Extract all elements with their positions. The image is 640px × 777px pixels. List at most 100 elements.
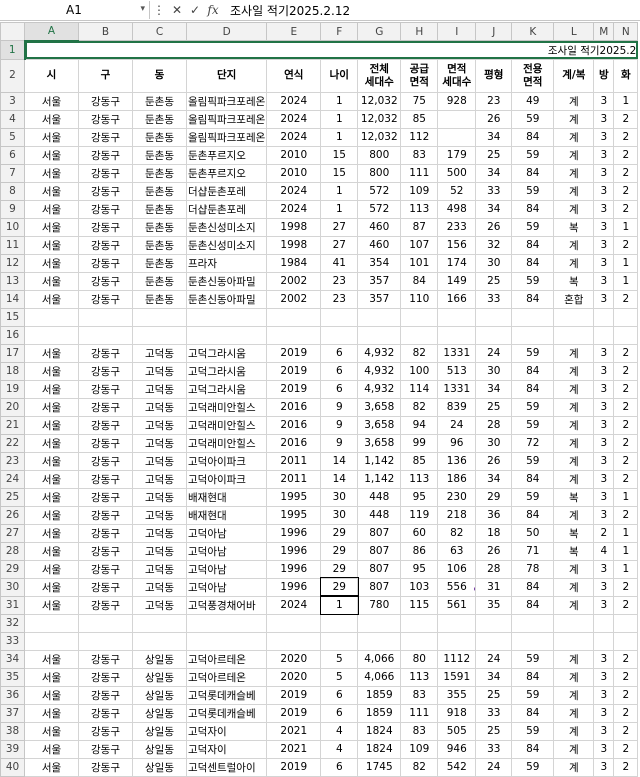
table-cell[interactable]: 6: [320, 703, 359, 723]
table-cell[interactable]: 강동구: [78, 217, 133, 237]
table-cell[interactable]: 3: [593, 577, 615, 597]
table-cell[interactable]: 34: [475, 469, 513, 489]
table-cell[interactable]: 28: [475, 559, 513, 579]
table-cell[interactable]: 올림픽파크포레온: [185, 109, 268, 129]
table-cell[interactable]: 2024: [266, 91, 322, 111]
table-cell[interactable]: 3: [593, 145, 615, 165]
table-cell[interactable]: 1: [613, 541, 639, 561]
table-cell[interactable]: 3: [593, 721, 615, 741]
table-cell[interactable]: 3,658: [357, 397, 402, 417]
table-cell[interactable]: 34: [475, 379, 513, 399]
table-cell[interactable]: 서울: [24, 667, 79, 687]
row-header[interactable]: 3: [0, 91, 25, 111]
table-cell[interactable]: 84: [511, 577, 555, 597]
table-cell[interactable]: 2: [613, 649, 639, 669]
table-cell[interactable]: 31: [475, 577, 513, 597]
column-title-cell[interactable]: 면적 세대수: [437, 58, 477, 93]
table-cell[interactable]: 강동구: [78, 253, 133, 273]
table-cell[interactable]: 84: [511, 379, 555, 399]
table-cell[interactable]: 2: [613, 739, 639, 759]
table-cell[interactable]: 서울: [24, 109, 79, 129]
table-cell[interactable]: 106: [437, 559, 477, 579]
table-cell[interactable]: 2: [613, 397, 639, 417]
table-cell[interactable]: 2021: [266, 739, 322, 759]
table-cell[interactable]: 839: [437, 397, 477, 417]
table-cell[interactable]: 29: [319, 577, 359, 597]
table-cell[interactable]: 강동구: [78, 703, 133, 723]
row-header[interactable]: 28: [0, 541, 25, 561]
table-cell[interactable]: [613, 613, 639, 633]
table-cell[interactable]: [475, 325, 513, 345]
table-cell[interactable]: 780: [357, 595, 402, 615]
table-cell[interactable]: 807: [357, 559, 402, 579]
table-cell[interactable]: [185, 631, 268, 651]
table-cell[interactable]: 고덕동: [132, 469, 187, 489]
table-cell[interactable]: [132, 325, 187, 345]
column-header-l[interactable]: L: [553, 22, 595, 41]
table-cell[interactable]: 2024: [266, 109, 322, 129]
column-title-cell[interactable]: 연식: [266, 58, 322, 93]
table-cell[interactable]: 500: [437, 163, 477, 183]
table-cell[interactable]: 서울: [24, 703, 79, 723]
table-cell[interactable]: 59: [511, 181, 555, 201]
column-header-m[interactable]: M: [593, 22, 615, 41]
column-header-i[interactable]: I: [437, 22, 477, 41]
table-cell[interactable]: 프라자: [185, 253, 268, 273]
row-header[interactable]: 38: [0, 721, 25, 741]
table-cell[interactable]: 25: [475, 721, 513, 741]
table-cell[interactable]: 87: [400, 217, 439, 237]
row-header[interactable]: 40: [0, 757, 25, 777]
table-cell[interactable]: 서울: [24, 595, 79, 615]
table-cell[interactable]: 36: [475, 505, 513, 525]
table-cell[interactable]: 6: [320, 685, 359, 705]
table-cell[interactable]: 1: [320, 109, 359, 129]
table-cell[interactable]: 계: [553, 649, 595, 669]
table-cell[interactable]: 59: [511, 109, 555, 129]
formula-input[interactable]: 조사일 적기2025.2.12: [222, 2, 350, 19]
table-cell[interactable]: 84: [511, 667, 555, 687]
table-cell[interactable]: 서울: [24, 559, 79, 579]
table-cell[interactable]: 103: [400, 577, 439, 597]
table-cell[interactable]: 복: [553, 487, 595, 507]
table-cell[interactable]: 23: [320, 289, 359, 309]
table-cell[interactable]: 강동구: [78, 163, 133, 183]
table-cell[interactable]: 둔촌동: [132, 163, 187, 183]
table-cell[interactable]: 1: [613, 559, 639, 579]
table-cell[interactable]: 서울: [24, 199, 79, 219]
table-cell[interactable]: 강동구: [78, 433, 133, 453]
column-header-d[interactable]: D: [185, 22, 268, 41]
table-cell[interactable]: 2024: [266, 181, 322, 201]
column-title-cell[interactable]: 구: [78, 58, 133, 93]
table-cell[interactable]: 84: [511, 163, 555, 183]
table-cell[interactable]: 96: [437, 433, 477, 453]
table-cell[interactable]: 서울: [24, 289, 79, 309]
table-cell[interactable]: [357, 613, 402, 633]
table-cell[interactable]: [437, 325, 477, 345]
table-cell[interactable]: 1: [320, 181, 359, 201]
table-cell[interactable]: 계: [553, 433, 595, 453]
table-cell[interactable]: 34: [475, 163, 513, 183]
table-cell[interactable]: 59: [511, 685, 555, 705]
row-header[interactable]: 11: [0, 235, 25, 255]
table-cell[interactable]: 100: [400, 361, 439, 381]
table-cell[interactable]: 1: [613, 523, 639, 543]
table-cell[interactable]: 1745: [357, 757, 402, 777]
table-cell[interactable]: 서울: [24, 181, 79, 201]
table-cell[interactable]: 강동구: [78, 757, 133, 777]
table-cell[interactable]: 고덕풍경채어바: [185, 595, 268, 615]
table-cell[interactable]: 고덕그라시움: [185, 343, 268, 363]
table-cell[interactable]: 2019: [266, 379, 322, 399]
table-cell[interactable]: 29: [320, 559, 359, 579]
table-cell[interactable]: 1,142: [357, 469, 402, 489]
table-cell[interactable]: 상일동: [132, 667, 187, 687]
table-cell[interactable]: 2: [613, 181, 639, 201]
table-cell[interactable]: 강동구: [78, 541, 133, 561]
table-cell[interactable]: 고덕동: [132, 379, 187, 399]
column-title-cell[interactable]: 전용 면적: [511, 58, 555, 93]
table-cell[interactable]: [132, 613, 187, 633]
table-cell[interactable]: [593, 307, 615, 327]
table-cell[interactable]: 계: [553, 397, 595, 417]
table-cell[interactable]: 34: [475, 667, 513, 687]
table-cell[interactable]: 113: [400, 469, 439, 489]
table-cell[interactable]: 4,932: [357, 379, 402, 399]
